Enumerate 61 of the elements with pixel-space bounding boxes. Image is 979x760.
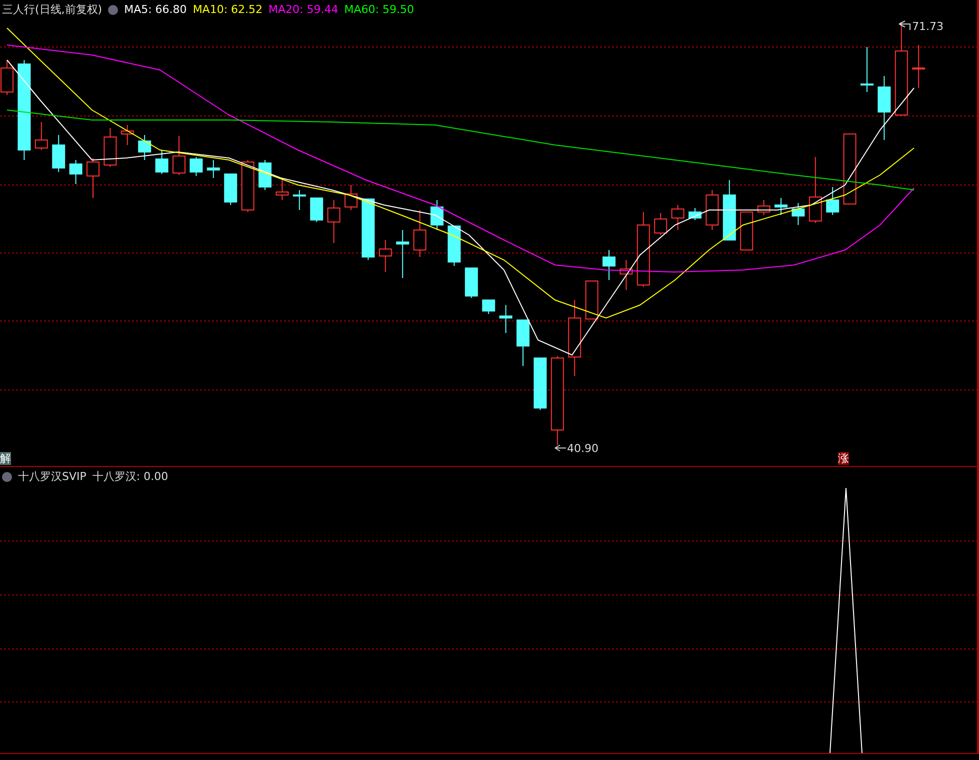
candlestick — [585, 280, 598, 320]
candlestick — [362, 198, 375, 260]
unlock-badge: 解 — [0, 452, 11, 465]
candlestick — [120, 124, 134, 146]
candlestick — [860, 46, 874, 92]
candlestick — [224, 174, 238, 206]
ma-value: MA5: 66.80 — [124, 3, 187, 16]
candlestick — [534, 358, 547, 410]
candlestick — [258, 160, 272, 190]
candlestick — [327, 200, 340, 244]
candlestick — [912, 44, 926, 88]
candlestick — [448, 226, 461, 266]
candlestick — [826, 186, 840, 216]
high-price-label: 71.73 — [912, 20, 944, 33]
candlestick — [52, 134, 66, 172]
ma-value: MA20: 59.44 — [268, 3, 338, 16]
candlestick — [722, 180, 736, 240]
candlestick — [688, 208, 702, 220]
candlestick — [104, 128, 117, 168]
candlestick — [878, 76, 891, 140]
high-arrow-icon — [898, 20, 910, 30]
low-price-label: 40.90 — [567, 442, 598, 455]
candlestick — [482, 300, 496, 314]
rise-badge: 涨 — [838, 452, 849, 465]
candlestick — [740, 212, 754, 250]
candlestick — [206, 160, 220, 178]
candlestick — [138, 134, 152, 160]
candlestick — [155, 150, 168, 174]
candlestick — [671, 204, 684, 230]
candlestick — [190, 156, 203, 176]
candlestick — [34, 122, 48, 150]
candlestick — [706, 190, 719, 230]
candlestick — [499, 304, 512, 334]
candlestick — [172, 136, 186, 176]
indicator-name: 十八罗汉SVIP — [18, 469, 86, 484]
candlestick — [413, 210, 426, 258]
candlestick — [843, 134, 856, 204]
candlestick — [396, 230, 410, 278]
candlestick — [344, 184, 358, 210]
candlestick — [69, 160, 82, 184]
candlestick — [292, 190, 306, 210]
candlestick — [516, 320, 530, 366]
candlestick — [276, 178, 289, 200]
candlestick — [774, 198, 788, 216]
ma-value: MA60: 59.50 — [344, 3, 414, 16]
candlestick — [378, 240, 392, 272]
candlestick — [602, 250, 616, 280]
candlestick — [430, 200, 444, 230]
indicator-value: 十八罗汉: 0.00 — [92, 469, 168, 484]
candlestick — [241, 160, 254, 212]
candlestick — [792, 202, 805, 226]
ma-value: MA10: 62.52 — [192, 3, 263, 16]
candlestick — [654, 212, 668, 236]
candlestick — [464, 268, 478, 298]
candlestick — [808, 156, 822, 224]
candlestick — [310, 198, 324, 222]
candlestick — [757, 200, 770, 216]
low-arrow-icon — [554, 444, 566, 452]
candlestick — [620, 260, 633, 290]
chart-title: 三人行(日线,前复权) — [2, 2, 102, 17]
candlestick — [86, 158, 100, 198]
